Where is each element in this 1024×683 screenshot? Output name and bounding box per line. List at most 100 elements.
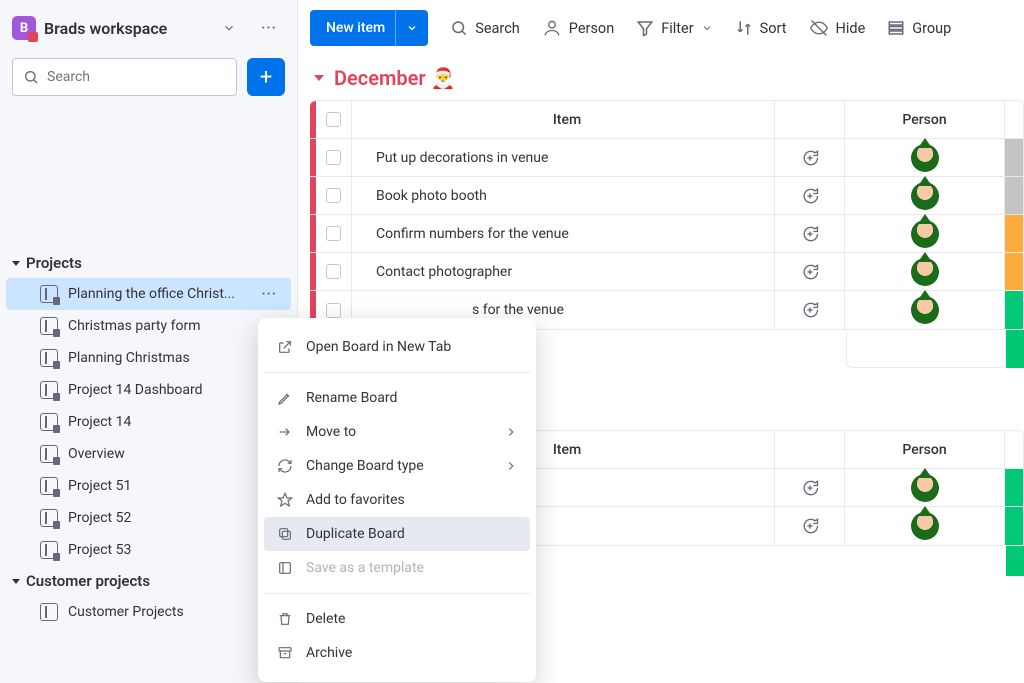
board-icon [40,477,58,495]
sidebar-item-label: Planning Christmas [68,350,251,366]
table-row[interactable]: Put up decorations in venue [310,139,1023,177]
status-cell[interactable] [1005,177,1023,214]
add-chat-icon[interactable] [775,139,845,176]
table-header-row: Item Person [310,101,1023,139]
arrow-right-icon [276,424,294,440]
avatar [911,144,939,172]
tb-label: Sort [760,20,787,37]
ctx-label: Move to [306,424,356,440]
sidebar-item-label: Project 53 [68,542,251,558]
sidebar-item[interactable]: Project 53··· [6,534,291,566]
item-name[interactable]: Put up decorations in venue [352,139,775,176]
workspace-badge: B [12,16,36,40]
board-context-menu: Open Board in New Tab Rename Board Move … [258,318,536,682]
search-input[interactable] [47,69,226,85]
ctx-change-type[interactable]: Change Board type [264,449,530,483]
ctx-duplicate[interactable]: Duplicate Board [264,517,530,551]
search-icon [23,69,39,85]
sidebar-item[interactable]: Project 52··· [6,502,291,534]
status-cell[interactable] [1005,253,1023,290]
tb-filter[interactable]: Filter [636,19,712,37]
status-cell[interactable] [1005,291,1023,329]
add-chat-icon[interactable] [775,253,845,290]
person-cell[interactable] [845,215,1005,252]
tb-sort[interactable]: Sort [735,19,787,37]
section-projects[interactable]: Projects [0,248,297,278]
person-cell[interactable] [845,291,1005,329]
ctx-rename[interactable]: Rename Board [264,381,530,415]
sidebar-search[interactable] [12,58,237,96]
sidebar-item-label: Planning the office Christ... [68,286,251,302]
tb-group[interactable]: Group [887,19,951,37]
workspace-more-icon[interactable]: ··· [253,12,285,44]
add-board-button[interactable]: + [247,58,285,96]
sidebar-nav: Projects Planning the office Christ... ·… [0,108,297,683]
table-row[interactable]: Confirm numbers for the venue [310,215,1023,253]
table-row[interactable]: Contact photographer [310,253,1023,291]
add-chat-icon[interactable] [775,291,845,329]
checkbox[interactable] [326,303,341,318]
sidebar-item[interactable]: Overview··· [6,438,291,470]
sidebar-item[interactable]: Project 14··· [6,406,291,438]
person-cell[interactable] [845,253,1005,290]
column-header-person[interactable]: Person [845,431,1005,468]
checkbox[interactable] [326,188,341,203]
board-icon [40,541,58,559]
person-cell[interactable] [845,139,1005,176]
tb-search[interactable]: Search [450,19,520,37]
person-cell[interactable] [845,507,1005,545]
ctx-label: Save as a template [306,560,424,576]
ctx-delete[interactable]: Delete [264,602,530,636]
chevron-down-icon[interactable] [395,10,418,46]
add-chat-icon[interactable] [775,177,845,214]
item-name[interactable]: Contact photographer [352,253,775,290]
item-name[interactable]: Book photo booth [352,177,775,214]
sidebar-item[interactable]: Planning the office Christ... ··· [6,278,291,310]
tb-label: Search [475,20,520,37]
status-cell[interactable] [1005,469,1023,506]
status-cell[interactable] [1005,507,1023,545]
ctx-label: Delete [306,611,345,627]
person-cell[interactable] [845,177,1005,214]
board-icon [40,285,58,303]
table-row[interactable]: Book photo booth [310,177,1023,215]
add-chat-icon[interactable] [775,469,845,506]
star-icon [276,492,294,508]
ctx-favorite[interactable]: Add to favorites [264,483,530,517]
checkbox[interactable] [326,226,341,241]
search-icon [450,19,468,37]
checkbox[interactable] [326,264,341,279]
new-item-button[interactable]: New item [310,10,428,46]
add-chat-icon[interactable] [775,507,845,545]
sidebar-item-label: Overview [68,446,251,462]
item-more-icon[interactable]: ··· [261,286,277,302]
column-header-item[interactable]: Item [352,101,775,138]
add-chat-icon[interactable] [775,215,845,252]
sidebar-item[interactable]: Project 14 Dashboard··· [6,374,291,406]
status-cell[interactable] [1005,139,1023,176]
group-title[interactable]: December 🎅 [310,62,1024,100]
tb-person[interactable]: Person [542,18,614,38]
tb-label: Group [912,20,951,37]
ctx-save-template: Save as a template [264,551,530,585]
select-all[interactable] [316,101,352,138]
status-cell[interactable] [1005,215,1023,252]
ctx-archive[interactable]: Archive [264,636,530,670]
column-header-person[interactable]: Person [845,101,1005,138]
ctx-open-new-tab[interactable]: Open Board in New Tab [264,330,530,364]
checkbox[interactable] [326,150,341,165]
ctx-move[interactable]: Move to [264,415,530,449]
item-name[interactable]: Confirm numbers for the venue [352,215,775,252]
sidebar-item-label: Project 14 Dashboard [68,382,251,398]
sidebar-item[interactable]: Christmas party form··· [6,310,291,342]
board-icon [40,381,58,399]
board-icon [40,509,58,527]
tb-hide[interactable]: Hide [809,18,866,38]
section-customer-projects[interactable]: Customer projects [0,566,297,596]
person-cell[interactable] [845,469,1005,506]
workspace-switch-icon[interactable] [213,12,245,44]
group-title-text: December 🎅 [334,66,455,90]
sidebar-item[interactable]: Planning Christmas··· [6,342,291,374]
sidebar-item[interactable]: Customer Projects··· [6,596,291,628]
sidebar-item[interactable]: Project 51··· [6,470,291,502]
